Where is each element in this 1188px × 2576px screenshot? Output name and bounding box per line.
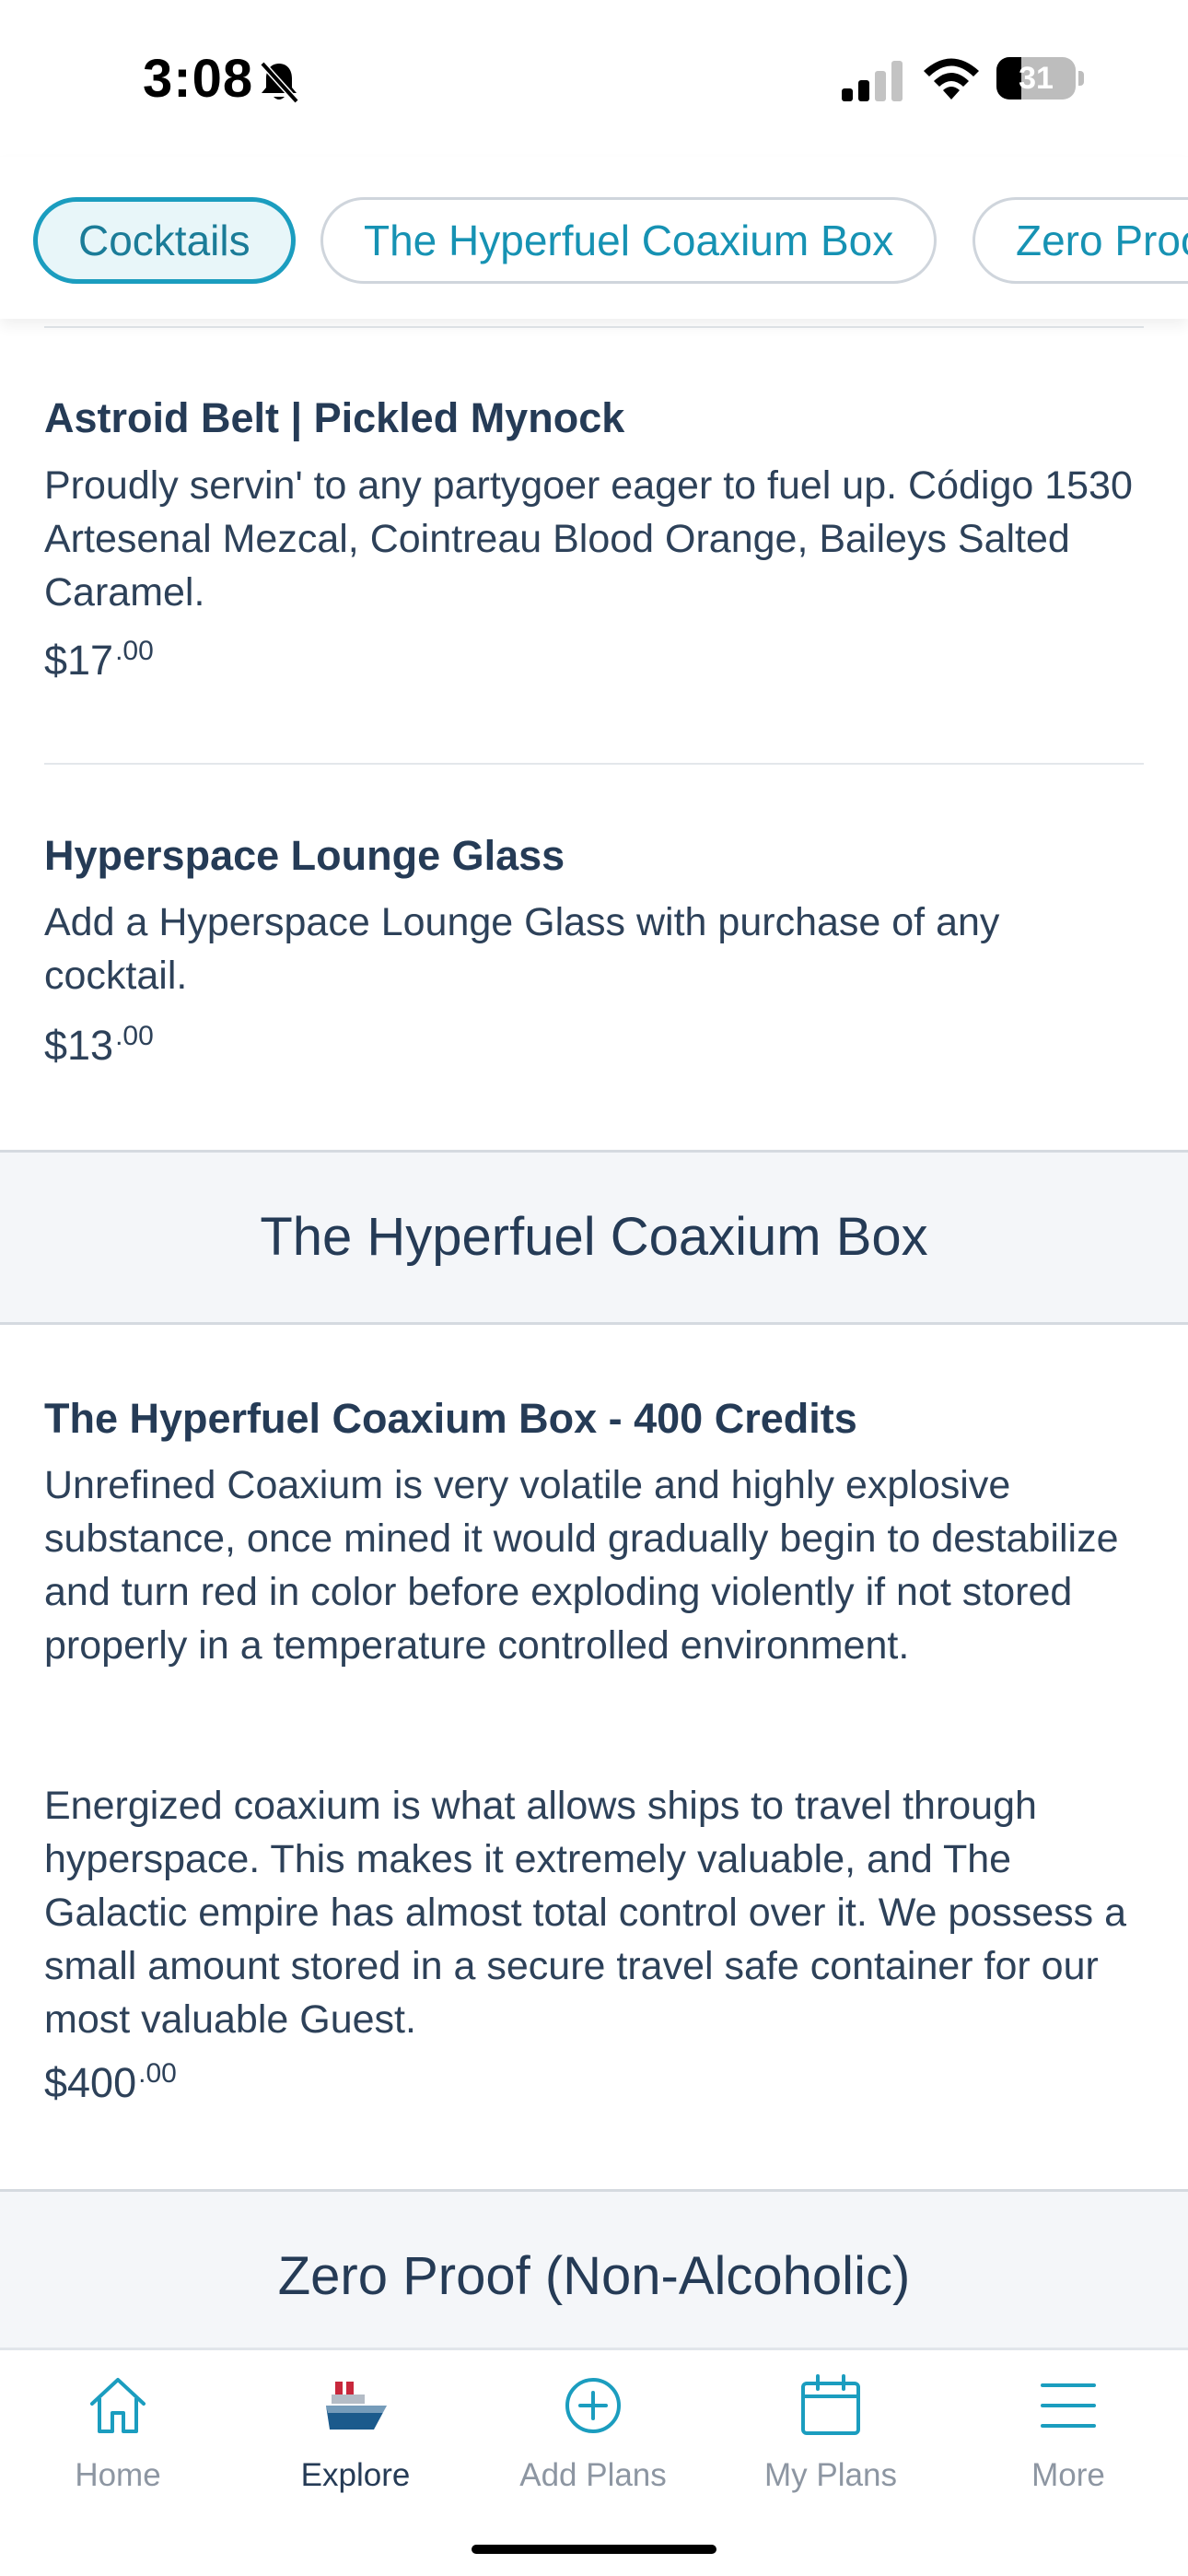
- home-icon: [90, 2378, 146, 2433]
- status-time: 3:08: [143, 49, 254, 109]
- nav-my-plans[interactable]: My Plans: [739, 2372, 923, 2511]
- item-price: $17.00: [44, 636, 154, 685]
- item-description: Energized coaxium is what allows ships t…: [44, 1784, 1127, 2042]
- item-description: Add a Hyperspace Lounge Glass with purch…: [44, 900, 1000, 998]
- tab-hyperfuel-coaxium-box[interactable]: The Hyperfuel Coaxium Box: [320, 197, 938, 284]
- tab-cocktails[interactable]: Cocktails: [33, 197, 296, 284]
- price-cents: .00: [115, 636, 154, 666]
- price-dollars: $13: [44, 1022, 114, 1069]
- bell-muted-icon: [260, 61, 299, 104]
- price-dollars: $17: [44, 637, 114, 684]
- nav-more[interactable]: More: [976, 2372, 1160, 2511]
- item-description: Unrefined Coaxium is very volatile and h…: [44, 1463, 1119, 1668]
- nav-label: Home: [75, 2457, 161, 2493]
- price-cents: .00: [115, 1021, 154, 1051]
- item-price: $400.00: [44, 2058, 177, 2107]
- item-price: $13.00: [44, 1021, 154, 1070]
- section-header: The Hyperfuel Coaxium Box: [0, 1150, 1188, 1325]
- price-dollars: $400: [44, 2059, 137, 2106]
- wifi-icon: [924, 58, 979, 100]
- section-header: Zero Proof (Non-Alcoholic): [0, 2189, 1188, 2364]
- nav-add-plans[interactable]: Add Plans: [501, 2372, 685, 2511]
- nav-label: Explore: [300, 2457, 411, 2493]
- item-title: Hyperspace Lounge Glass: [44, 832, 565, 879]
- nav-label: My Plans: [764, 2457, 897, 2493]
- nav-home[interactable]: Home: [26, 2372, 210, 2511]
- battery-percentage: 31: [1019, 61, 1054, 96]
- tab-zero-proof[interactable]: Zero Proof (Non-Alcoholic): [973, 197, 1188, 284]
- divider: [44, 763, 1144, 765]
- add-circle-icon: [565, 2378, 621, 2433]
- price-cents: .00: [138, 2058, 177, 2089]
- calendar-icon: [801, 2374, 860, 2435]
- nav-label: More: [1031, 2457, 1105, 2493]
- item-title: Astroid Belt | Pickled Mynock: [44, 394, 625, 441]
- cellular-signal-icon: [842, 61, 903, 101]
- item-description: Proudly servin' to any partygoer eager t…: [44, 463, 1133, 615]
- menu-icon: [1041, 2383, 1096, 2428]
- nav-label: Add Plans: [519, 2457, 667, 2493]
- battery-indicator: 31: [996, 57, 1084, 100]
- category-tabs: Cocktails The Hyperfuel Coaxium Box Zero…: [0, 157, 1188, 319]
- status-bar: 3:08 31: [0, 0, 1188, 157]
- bottom-nav: Home Explore Add Plans My Plans More: [0, 2348, 1188, 2576]
- home-indicator: [472, 2545, 716, 2554]
- nav-explore[interactable]: Explore: [263, 2372, 448, 2511]
- divider: [44, 326, 1144, 328]
- item-title: The Hyperfuel Coaxium Box - 400 Credits: [44, 1395, 857, 1442]
- ship-icon: [326, 2382, 387, 2430]
